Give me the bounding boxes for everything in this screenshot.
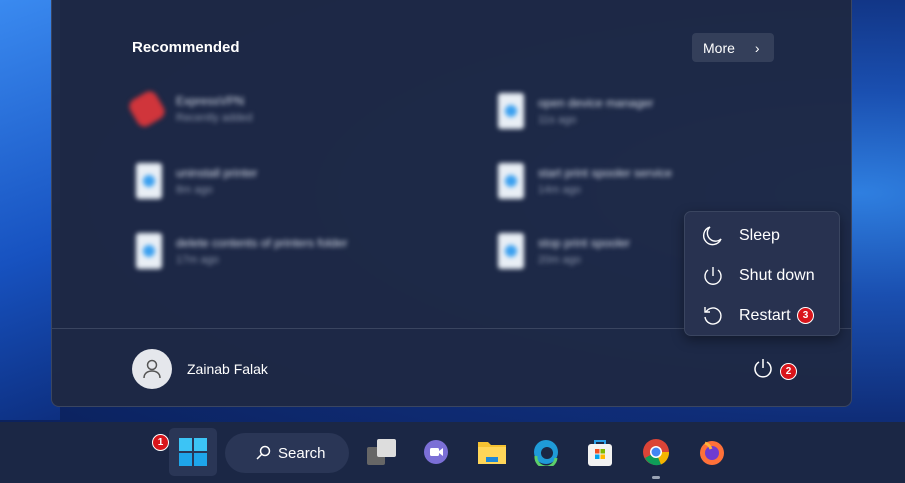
item-name: uninstall printer: [176, 166, 258, 180]
user-avatar[interactable]: [132, 349, 172, 389]
recommended-item[interactable]: stop print spooler 20m ago: [498, 233, 630, 269]
firefox-icon: [700, 441, 724, 465]
step-badge: 1: [152, 434, 169, 451]
item-name: open device manager: [538, 96, 654, 110]
item-time: 8m ago: [176, 184, 213, 196]
power-icon: [704, 267, 722, 285]
file-icon: [136, 163, 162, 199]
folder-icon: [478, 442, 506, 464]
shutdown-option[interactable]: Shut down: [701, 264, 815, 288]
running-indicator: [652, 476, 660, 479]
item-name: ExpressVPN: [176, 94, 245, 108]
sleep-label: Sleep: [739, 227, 780, 244]
recommended-item[interactable]: start print spooler service 14m ago: [498, 163, 672, 199]
shutdown-label: Shut down: [739, 267, 815, 284]
edge-button[interactable]: [522, 428, 570, 476]
step-badge: 2: [780, 363, 797, 380]
start-button[interactable]: [169, 428, 217, 476]
expressvpn-icon: [126, 88, 168, 130]
more-label: More: [703, 39, 735, 56]
item-time: 20m ago: [538, 254, 581, 266]
file-explorer-button[interactable]: [468, 428, 516, 476]
file-icon: [498, 93, 524, 129]
more-button[interactable]: More ›: [692, 33, 774, 62]
recommended-heading: Recommended: [132, 39, 240, 56]
file-icon: [136, 233, 162, 269]
recommended-item[interactable]: ExpressVPN Recently added: [126, 88, 253, 130]
restart-option[interactable]: Restart: [701, 304, 791, 328]
search-icon: [256, 445, 271, 460]
microsoft-store-button[interactable]: [576, 428, 624, 476]
power-menu: Sleep Shut down Restart 3: [684, 211, 840, 336]
item-name: start print spooler service: [538, 166, 673, 180]
item-name: delete contents of printers folder: [176, 236, 348, 250]
sleep-option[interactable]: Sleep: [701, 224, 780, 248]
firefox-button[interactable]: [688, 428, 736, 476]
teams-chat-icon: [424, 440, 448, 464]
chevron-right-icon: ›: [754, 39, 760, 56]
item-time: 14m ago: [538, 184, 581, 196]
file-icon: [498, 163, 524, 199]
restart-label: Restart: [739, 307, 791, 324]
item-time: 11s ago: [538, 114, 577, 126]
start-menu: Recommended More › ExpressVPN Recently add…: [51, 0, 852, 407]
store-icon: [588, 440, 612, 466]
item-time: Recently added: [176, 112, 253, 124]
chrome-icon: [643, 439, 670, 466]
user-name[interactable]: Zainab Falak: [187, 361, 268, 377]
step-badge: 3: [797, 307, 814, 324]
recommended-item[interactable]: delete contents of printers folder 17m ag…: [136, 233, 347, 269]
chrome-button[interactable]: [632, 428, 680, 479]
user-icon: [143, 359, 161, 379]
restart-icon: [704, 307, 722, 325]
recommended-item[interactable]: uninstall printer 8m ago: [136, 163, 257, 199]
moon-icon: [702, 226, 722, 246]
task-view-button[interactable]: [358, 428, 406, 476]
search-label: Search: [278, 444, 326, 462]
teams-button[interactable]: [412, 428, 460, 476]
item-time: 17m ago: [176, 254, 219, 266]
search-box[interactable]: Search: [225, 433, 349, 473]
item-name: stop print spooler: [538, 236, 631, 250]
power-icon: [754, 359, 772, 378]
taskbar: 1 Search: [0, 422, 905, 483]
windows-icon: [179, 438, 207, 466]
recommended-item[interactable]: open device manager 11s ago: [498, 93, 653, 129]
edge-icon: [534, 440, 558, 466]
task-view-icon: [367, 439, 396, 465]
file-icon: [498, 233, 524, 269]
power-button[interactable]: [752, 357, 774, 384]
